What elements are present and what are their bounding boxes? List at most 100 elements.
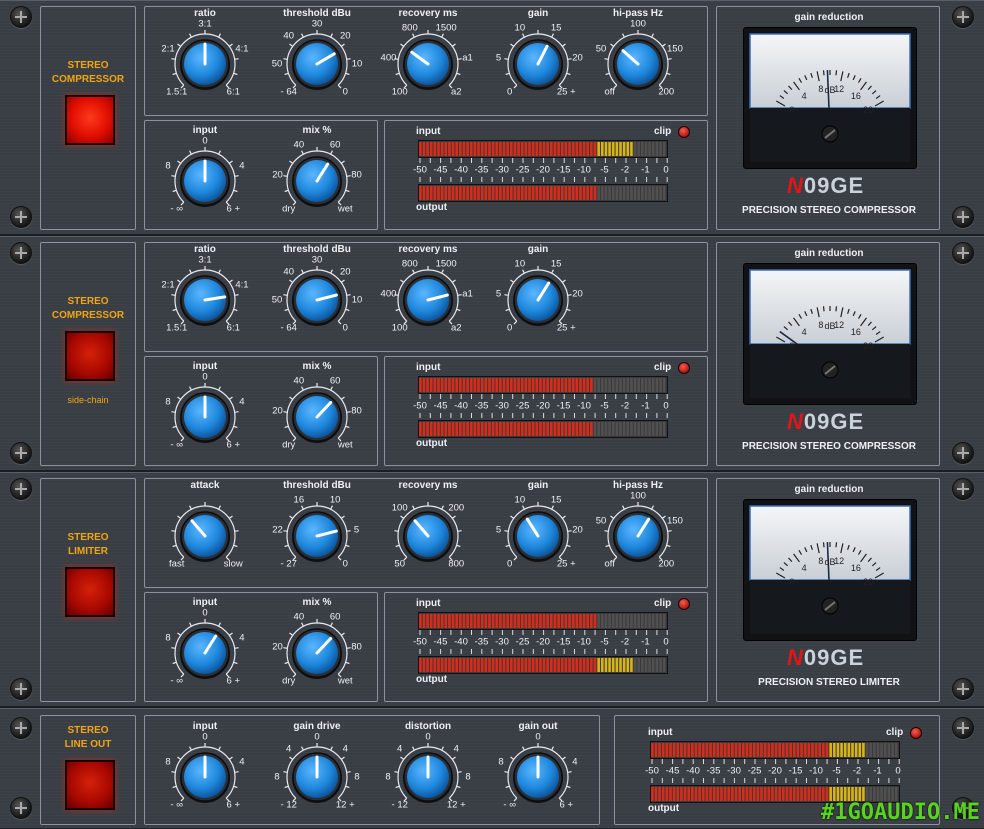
meter-scale-label: -25: [515, 636, 530, 648]
meter-scale-label: -1: [641, 636, 650, 648]
rotary-knob[interactable]: [282, 265, 352, 335]
knob-scale-label: 4: [239, 632, 245, 644]
knob-scale-label: 5: [353, 524, 360, 536]
power-toggle-button[interactable]: [65, 760, 115, 810]
gain-reduction-panel: gain reduction 0 4 8 12 16 20 dB N09GE PRECISION…: [716, 478, 940, 702]
rotary-knob[interactable]: [282, 382, 352, 452]
knob-label: attack: [190, 480, 220, 491]
rotary-knob[interactable]: [170, 618, 240, 688]
knob-scale-label: 30: [311, 18, 323, 30]
rotary-knob[interactable]: [603, 501, 673, 571]
screw-icon: [952, 6, 974, 28]
screw-icon: [10, 442, 32, 464]
unit-type-label: STEREO COMPRESSOR: [51, 60, 125, 85]
rotary-knob[interactable]: [282, 618, 352, 688]
rotary-knob[interactable]: [282, 146, 352, 216]
knob-label: ratio: [194, 244, 216, 255]
meter-scale-label: -20: [536, 636, 550, 648]
gain-reduction-vu-meter: 0 4 8 12 16 20 dB: [743, 27, 917, 169]
knob-scale-label: 5: [495, 524, 502, 536]
rotary-knob[interactable]: [393, 29, 463, 99]
rotary-knob[interactable]: [170, 265, 240, 335]
meter-scale-label: -20: [768, 765, 782, 777]
meter-input-label: input: [416, 362, 441, 373]
meter-scale-label: -2: [620, 164, 630, 176]
rotary-knob[interactable]: [503, 29, 573, 99]
knob-label: input: [192, 361, 218, 372]
meter-scale-label: -45: [665, 765, 680, 777]
level-meter-bar: [418, 612, 668, 630]
rotary-knob[interactable]: [393, 742, 463, 812]
knob-scale-label: 0: [202, 731, 208, 743]
rotary-knob[interactable]: [170, 146, 240, 216]
rotary-knob[interactable]: [503, 265, 573, 335]
knob-scale-label: 4: [239, 396, 245, 408]
rotary-knob[interactable]: [170, 742, 240, 812]
power-toggle-button[interactable]: [65, 567, 115, 617]
meter-scale-label: -35: [474, 636, 489, 648]
screw-icon: [952, 717, 974, 739]
rotary-knob[interactable]: [170, 501, 240, 571]
knob-scale-label: 8: [385, 771, 391, 783]
meter-clip-label: clip: [654, 362, 672, 373]
screw-icon: [952, 206, 974, 228]
power-switch-panel: STEREO LINE OUT: [40, 715, 136, 825]
gain-reduction-panel: gain reduction 0 4 8 12 16 20 dB N09GE PRECISION…: [716, 242, 940, 466]
meter-scale-label: -50: [413, 164, 427, 176]
rotary-knob[interactable]: [393, 265, 463, 335]
clip-led-icon: [678, 598, 690, 610]
power-toggle-button[interactable]: [65, 95, 115, 145]
meter-scale-label: -45: [433, 164, 448, 176]
screw-icon: [10, 242, 32, 264]
knob-scale-label: 0: [314, 731, 320, 743]
meter-scale-label: -10: [577, 636, 591, 648]
knob-scale-label: 0: [425, 731, 431, 743]
power-toggle-button[interactable]: [65, 331, 115, 381]
rotary-knob[interactable]: [282, 742, 352, 812]
rotary-knob[interactable]: [282, 501, 352, 571]
vu-tick-label: 8: [818, 555, 824, 566]
screw-icon: [952, 678, 974, 700]
vu-unit-label: dB: [824, 85, 836, 95]
clip-led-icon: [910, 727, 922, 739]
meter-output-label: output: [416, 202, 448, 213]
knob-scale-label: 20: [572, 524, 583, 536]
meter-scale-label: -30: [495, 164, 509, 176]
brand-logo: N09GE: [787, 409, 864, 435]
rotary-knob[interactable]: [170, 382, 240, 452]
knob-scale-label: 50: [271, 58, 283, 70]
knob-label: input: [192, 125, 218, 136]
vu-tick-label: 12: [834, 555, 845, 566]
rotary-knob[interactable]: [503, 501, 573, 571]
rotary-knob[interactable]: [603, 29, 673, 99]
screw-icon: [952, 242, 974, 264]
rotary-knob[interactable]: [170, 29, 240, 99]
knob-scale-label: 8: [274, 771, 280, 783]
rotary-knob[interactable]: [282, 29, 352, 99]
meter-scale-label: 0: [663, 400, 669, 412]
knob-label: input: [192, 597, 218, 608]
vu-tick-label: 4: [801, 327, 807, 338]
power-switch-panel: STEREO COMPRESSOR: [40, 6, 136, 230]
brand-logo: N09GE: [787, 173, 864, 199]
logo-mark: N: [787, 409, 804, 434]
power-switch-panel: STEREO LIMITER: [40, 478, 136, 702]
meter-scale-label: -25: [515, 164, 530, 176]
knob-label: recovery ms: [398, 8, 458, 19]
meter-input-label: input: [416, 126, 441, 137]
vu-dial: [749, 505, 911, 634]
rotary-knob[interactable]: [393, 501, 463, 571]
knob-label: gain: [527, 480, 549, 491]
knob-scale-label: 100: [630, 490, 646, 502]
knob-scale-label: 50: [271, 294, 283, 306]
model-name: PRECISION STEREO COMPRESSOR: [742, 441, 916, 452]
screw-icon: [10, 678, 32, 700]
unit-type-label: STEREO LIMITER: [67, 532, 109, 557]
meter-scale-label: -1: [641, 400, 650, 412]
level-meter-bar: [418, 376, 668, 394]
rotary-knob[interactable]: [503, 742, 573, 812]
knob-label: ratio: [194, 8, 216, 19]
level-meter-bar: [650, 741, 900, 759]
meter-scale-label: -15: [788, 765, 803, 777]
unit-type-label: STEREO LINE OUT: [64, 725, 112, 750]
